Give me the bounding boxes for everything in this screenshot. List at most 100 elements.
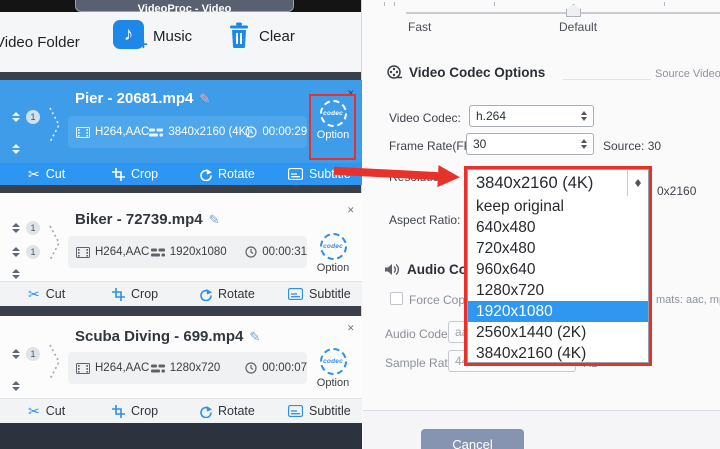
edit-icon[interactable]: ✎ (209, 212, 220, 227)
video-row-pier[interactable]: 1 ✕ Pier - 20681.mp4 ✎ H264,AAC 3840x216… (0, 80, 362, 163)
rotate-icon (198, 168, 212, 181)
rotate-button[interactable]: Rotate (198, 399, 255, 423)
plus-icon: + (139, 36, 148, 53)
track-count-badge: 1 (26, 347, 40, 361)
action-bar: ✂ Cut Crop Rotate Subtitle (0, 398, 362, 423)
track-count-badge: 1 (26, 221, 40, 235)
spinner-icon (581, 139, 587, 149)
speaker-icon (385, 263, 400, 276)
subtitle-icon (288, 405, 303, 417)
film-icon (76, 246, 90, 258)
codec-value: H264,AAC (95, 246, 150, 258)
slider-label-fast: Fast (408, 20, 432, 34)
subtitle-button[interactable]: Subtitle (288, 282, 351, 306)
crop-button[interactable]: Crop (112, 282, 158, 306)
separator (0, 185, 361, 193)
close-icon[interactable]: ✕ (347, 323, 355, 334)
action-bar: ✂ Cut Crop Rotate Subtitle (0, 281, 362, 306)
clock-icon (245, 362, 257, 374)
panel-footer: Cancel (363, 410, 720, 449)
codec-option-button[interactable]: codec Option (310, 233, 356, 274)
crop-icon (112, 287, 125, 301)
cut-button[interactable]: ✂ Cut (28, 163, 65, 185)
sample-rate-label: Sample Rate: (385, 356, 458, 370)
resolution-option[interactable]: 960x640 (468, 259, 648, 280)
codec-gear-icon: codec (319, 100, 347, 127)
group-brace (48, 343, 62, 381)
clear-button[interactable]: Clear (228, 18, 308, 66)
duration-value: 00:00:07 (262, 362, 307, 374)
spinner-icon (627, 170, 648, 196)
scissors-icon: ✂ (28, 285, 40, 302)
reorder-icon[interactable] (12, 381, 20, 391)
codec-gear-icon: codec (319, 233, 347, 260)
resolution-option[interactable]: keep original (468, 196, 648, 217)
close-icon[interactable]: ✕ (347, 205, 355, 216)
force-copy-checkbox[interactable] (390, 292, 403, 305)
edit-icon[interactable]: ✎ (249, 329, 260, 344)
video-codec-select[interactable]: h.264 (469, 105, 594, 127)
group-brace (48, 224, 62, 262)
rotate-button[interactable]: Rotate (198, 282, 255, 306)
resolution-option[interactable]: 720x480 (468, 238, 648, 259)
reorder-icon[interactable] (12, 144, 20, 154)
toolbar: Video Folder ♪ + Music Clear (0, 12, 361, 72)
resolution-dropdown-annotation: 3840x2160 (4K) keep original 640x480 720… (464, 166, 652, 366)
reorder-icon[interactable] (12, 349, 20, 359)
resolution-icon (150, 247, 165, 258)
slider-label-default: Default (559, 20, 598, 34)
reorder-icon[interactable] (12, 269, 20, 279)
rotate-icon (198, 405, 212, 418)
resolution-option-list: keep original 640x480 720x480 960x640 12… (468, 196, 648, 364)
video-row-scuba[interactable]: 1 ✕ Scuba Diving - 699.mp4 ✎ H264,AAC 12… (0, 316, 362, 398)
resolution-icon (150, 363, 165, 374)
codec-option-button[interactable]: codec Option (310, 100, 356, 141)
resolution-option[interactable]: 3840x2160 (4K) (468, 343, 648, 364)
reorder-icon[interactable] (12, 223, 20, 233)
quality-slider[interactable] (406, 12, 720, 14)
resolution-dropdown[interactable]: 3840x2160 (4K) keep original 640x480 720… (467, 169, 649, 363)
audio-codec-label: Audio Codec: (385, 327, 458, 341)
crop-button[interactable]: Crop (112, 163, 158, 185)
resolution-option[interactable]: 640x480 (468, 217, 648, 238)
codec-option-button[interactable]: codec Option (310, 348, 356, 389)
video-title: Biker - 72739.mp4 ✎ (75, 211, 220, 228)
reorder-icon[interactable] (12, 247, 20, 257)
crop-button[interactable]: Crop (112, 399, 158, 423)
resolution-option[interactable]: 2560x1440 (2K) (468, 322, 648, 343)
codec-value: H264,AAC (95, 126, 150, 138)
track-count-badge: 1 (26, 245, 40, 259)
crop-icon (112, 167, 125, 181)
resolution-option[interactable]: 1280x720 (468, 280, 648, 301)
reorder-icon[interactable] (12, 112, 20, 122)
bottom-bar (0, 423, 362, 449)
edit-icon[interactable]: ✎ (199, 91, 210, 106)
frame-rate-source: Source: 30 (603, 139, 662, 153)
frame-rate-select[interactable]: 30 (466, 133, 594, 155)
trash-icon (228, 22, 250, 48)
track-gutter: 1 (8, 316, 66, 398)
clock-icon (245, 126, 257, 138)
option-button-label: Option (316, 377, 350, 389)
rotate-icon (198, 288, 212, 301)
option-button-label: Option (316, 129, 350, 141)
separator (0, 306, 361, 316)
action-bar: ✂ Cut Crop Rotate Subtitle (0, 163, 362, 185)
subtitle-button[interactable]: Subtitle (288, 399, 351, 423)
codec-options-panel: Fast Default Video Codec Options Source … (363, 0, 720, 449)
aspect-ratio-label: Aspect Ratio: (389, 213, 461, 227)
film-icon (76, 126, 90, 138)
cut-button[interactable]: ✂ Cut (28, 282, 65, 306)
resolution-option-highlighted[interactable]: 1920x1080 (468, 301, 648, 322)
music-button-label: Music (153, 28, 193, 45)
add-music-button[interactable]: ♪ + Music (113, 18, 213, 66)
rotate-button[interactable]: Rotate (198, 163, 255, 185)
cancel-button[interactable]: Cancel (421, 429, 524, 449)
resolution-dropdown-value[interactable]: 3840x2160 (4K) (468, 170, 648, 196)
duration-value: 00:00:29 (262, 126, 308, 138)
video-row-biker[interactable]: 1 1 ✕ Biker - 72739.mp4 ✎ H264,AAC 1920x… (0, 193, 362, 281)
scissors-icon: ✂ (28, 402, 40, 419)
cut-button[interactable]: ✂ Cut (28, 399, 65, 423)
video-folder-button[interactable]: Video Folder (0, 34, 80, 51)
slider-thumb[interactable] (566, 4, 581, 17)
